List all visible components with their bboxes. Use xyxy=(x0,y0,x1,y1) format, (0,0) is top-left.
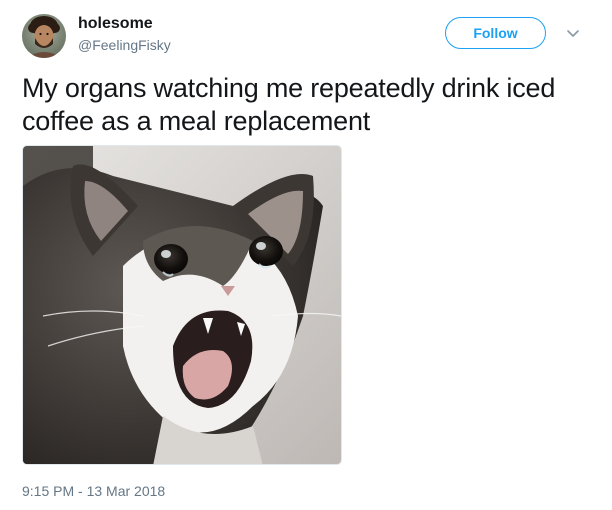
tweet-text: My organs watching me repeatedly drink i… xyxy=(22,73,556,136)
display-name[interactable]: holesome xyxy=(78,14,153,34)
user-handle[interactable]: @FeelingFisky xyxy=(78,36,171,54)
tweet-card: holesome @FeelingFisky Follow My organs … xyxy=(0,0,612,510)
crying-cat-photo-icon xyxy=(23,146,341,464)
user-avatar-icon xyxy=(22,14,66,58)
tweet-media[interactable] xyxy=(22,145,342,465)
avatar[interactable] xyxy=(22,14,66,58)
chevron-down-icon[interactable] xyxy=(566,26,580,40)
follow-button[interactable]: Follow xyxy=(445,17,546,49)
tweet-timestamp[interactable]: 9:15 PM - 13 Mar 2018 xyxy=(22,482,165,500)
